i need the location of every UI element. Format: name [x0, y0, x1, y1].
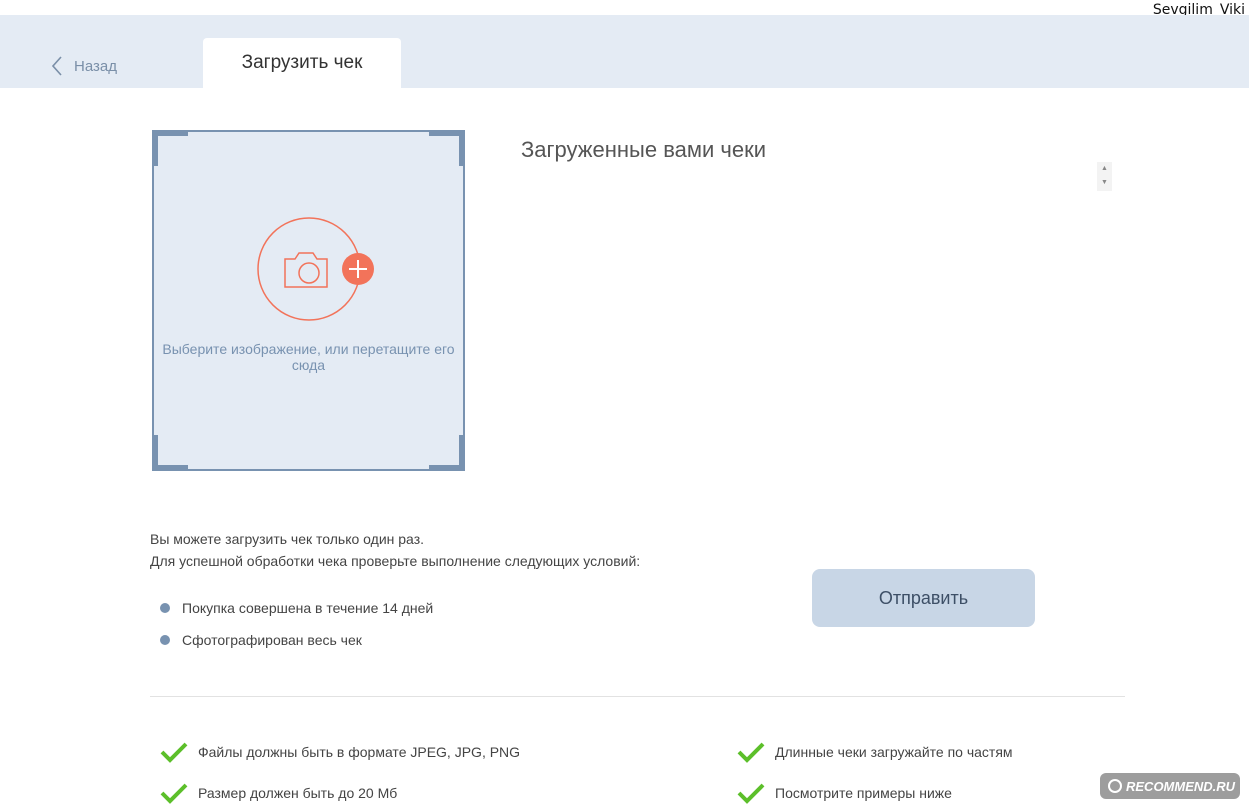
requirement-item: Файлы должны быть в формате JPEG, JPG, P…: [160, 741, 520, 763]
uploaded-receipts-title: Загруженные вами чеки: [521, 137, 767, 162]
scroll-down-icon[interactable]: ▼: [1097, 176, 1112, 190]
bullet-icon: [160, 635, 170, 645]
frame-corner: [429, 130, 465, 166]
add-photo-button[interactable]: [257, 217, 374, 321]
condition-item: Сфотографирован весь чек: [160, 632, 362, 648]
watermark: RECOMMEND.RU: [1100, 773, 1240, 799]
frame-corner: [429, 435, 465, 471]
send-button[interactable]: Отправить: [812, 569, 1035, 627]
requirement-text: Файлы должны быть в формате JPEG, JPG, P…: [198, 744, 521, 760]
top-strip: [0, 0, 1249, 15]
frame-corner: [152, 130, 188, 166]
requirement-item: Размер должен быть до 20 Мб: [160, 782, 397, 804]
drop-zone-prompt: Выберите изображение, или перетащите его…: [162, 341, 455, 373]
requirement-text: Размер должен быть до 20 Мб: [198, 785, 398, 801]
back-link[interactable]: Назад: [52, 56, 117, 76]
bullet-icon: [160, 603, 170, 613]
requirement-item: Посмотрите примеры ниже: [737, 782, 952, 804]
condition-item: Покупка совершена в течение 14 дней: [160, 600, 433, 616]
info-line-2: Для успешной обработки чека проверьте вы…: [150, 553, 641, 569]
frame-corner: [152, 435, 188, 471]
checkmark-icon: [737, 783, 765, 804]
tab-upload-receipt[interactable]: Загрузить чек: [203, 38, 401, 88]
checkmark-icon: [737, 742, 765, 763]
scroll-up-icon[interactable]: ▲: [1097, 162, 1112, 176]
info-line-1: Вы можете загрузить чек только один раз.: [150, 531, 424, 547]
condition-text: Покупка совершена в течение 14 дней: [182, 600, 434, 616]
camera-add-icon: [257, 217, 374, 321]
image-drop-zone[interactable]: Выберите изображение, или перетащите его…: [152, 130, 465, 471]
divider: [150, 696, 1125, 697]
checkmark-icon: [160, 783, 188, 804]
requirement-text: Длинные чеки загружайте по частям: [775, 744, 1013, 760]
list-scrollbar[interactable]: ▲ ▼: [1097, 162, 1112, 191]
watermark-text: RECOMMEND.RU: [1126, 778, 1236, 794]
back-label: Назад: [74, 57, 117, 75]
chevron-left-icon: [52, 56, 62, 76]
requirement-item: Длинные чеки загружайте по частям: [737, 741, 1013, 763]
requirement-text: Посмотрите примеры ниже: [775, 785, 952, 801]
watermark-logo-icon: [1108, 779, 1122, 793]
checkmark-icon: [160, 742, 188, 763]
condition-text: Сфотографирован весь чек: [182, 632, 362, 648]
header-bar: [0, 15, 1249, 88]
